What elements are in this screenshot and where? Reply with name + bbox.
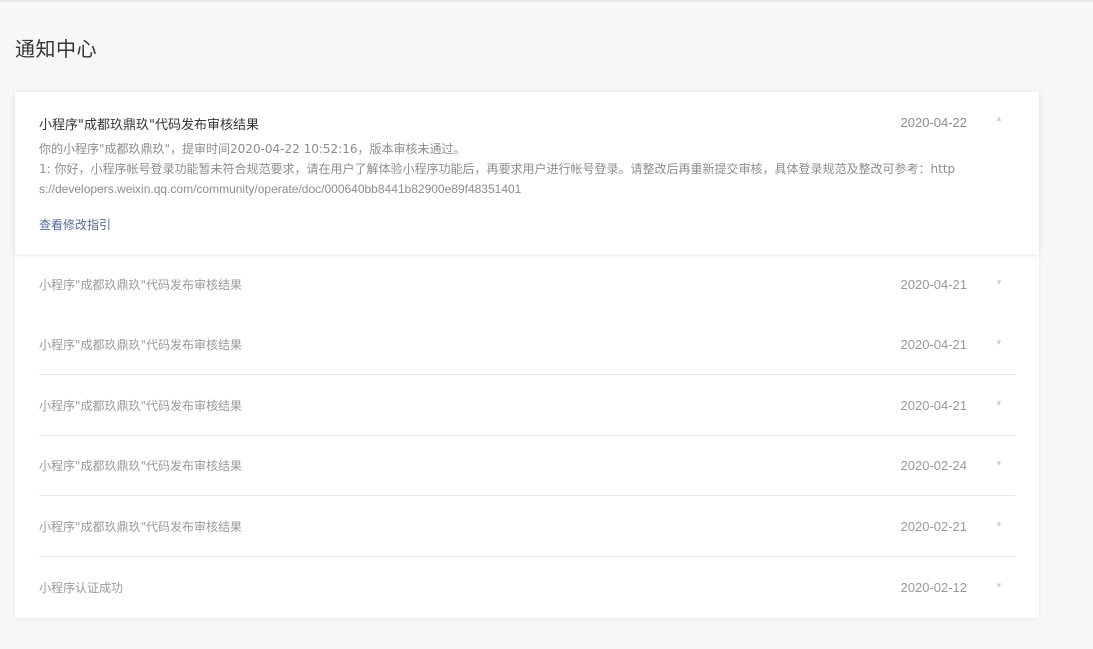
view-guide-link[interactable]: 查看修改指引 — [39, 216, 111, 233]
notification-title[interactable]: 小程序"成都玖鼎玖"代码发布审核结果 — [39, 315, 242, 375]
row-divider — [39, 374, 1015, 375]
notification-title[interactable]: 小程序"成都玖鼎玖"代码发布审核结果 — [39, 376, 242, 436]
notification-title[interactable]: 小程序"成都玖鼎玖"代码发布审核结果 — [39, 255, 242, 315]
notification-date: 2020-02-12 — [900, 580, 968, 595]
notification-body: 你的小程序"成都玖鼎玖"，提审时间2020-04-22 10:52:16，版本审… — [39, 139, 964, 199]
notification-date: 2020-04-21 — [900, 398, 968, 413]
notification-list: 小程序"成都玖鼎玖"代码发布审核结果 2020-04-21 ▾ 小程序"成都玖鼎… — [15, 254, 1039, 618]
top-divider — [0, 0, 1093, 2]
chevron-down-icon[interactable]: ▾ — [995, 400, 1003, 409]
notification-row[interactable]: 小程序"成都玖鼎玖"代码发布审核结果 2020-02-21 ▾ — [39, 497, 1015, 557]
notification-date: 2020-02-21 — [900, 519, 968, 534]
notification-row[interactable]: 小程序"成都玖鼎玖"代码发布审核结果 2020-04-21 ▾ — [39, 376, 1015, 436]
chevron-down-icon[interactable]: ▾ — [995, 339, 1003, 348]
notification-row[interactable]: 小程序"成都玖鼎玖"代码发布审核结果 2020-04-21 ▾ — [39, 315, 1015, 375]
notification-date: 2020-04-22 — [900, 115, 968, 130]
notification-row[interactable]: 小程序"成都玖鼎玖"代码发布审核结果 2020-04-21 ▾ — [39, 255, 1015, 315]
chevron-up-icon[interactable]: ▴ — [995, 115, 1003, 124]
chevron-down-icon[interactable]: ▾ — [995, 279, 1003, 288]
row-divider — [39, 495, 1015, 496]
chevron-down-icon[interactable]: ▾ — [995, 460, 1003, 469]
notification-body-line: s://developers.weixin.qq.com/community/o… — [39, 182, 522, 196]
chevron-down-icon[interactable]: ▾ — [995, 582, 1003, 591]
notification-title[interactable]: 小程序"成都玖鼎玖"代码发布审核结果 — [39, 114, 259, 133]
notification-body-line: 1: 你好，小程序帐号登录功能暂未符合规范要求，请在用户了解体验小程序功能后，再… — [39, 162, 956, 176]
notification-date: 2020-04-21 — [900, 277, 968, 292]
notification-row[interactable]: 小程序"成都玖鼎玖"代码发布审核结果 2020-02-24 ▾ — [39, 436, 1015, 496]
notification-title[interactable]: 小程序认证成功 — [39, 558, 123, 618]
chevron-down-icon[interactable]: ▾ — [995, 521, 1003, 530]
notification-title[interactable]: 小程序"成都玖鼎玖"代码发布审核结果 — [39, 436, 242, 496]
row-divider — [39, 556, 1015, 557]
notification-title[interactable]: 小程序"成都玖鼎玖"代码发布审核结果 — [39, 497, 242, 557]
notification-date: 2020-02-24 — [900, 458, 968, 473]
page-title: 通知中心 — [15, 37, 97, 61]
notification-date: 2020-04-21 — [900, 337, 968, 352]
notification-expanded[interactable]: 小程序"成都玖鼎玖"代码发布审核结果 2020-04-22 ▴ 你的小程序"成都… — [15, 92, 1039, 254]
notification-row[interactable]: 小程序认证成功 2020-02-12 ▾ — [39, 558, 1015, 618]
notification-body-line: 你的小程序"成都玖鼎玖"，提审时间2020-04-22 10:52:16，版本审… — [39, 142, 466, 156]
